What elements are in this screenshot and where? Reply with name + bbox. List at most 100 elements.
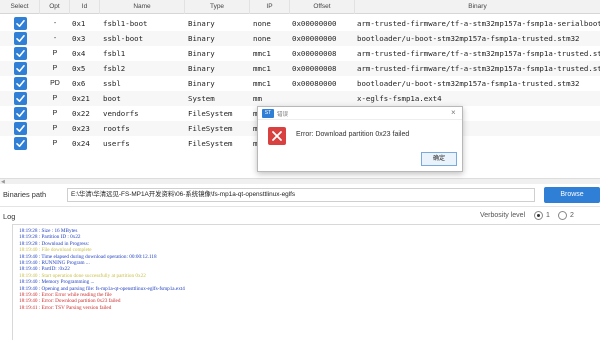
cell-ip: mmc1 — [253, 49, 271, 58]
col-opt[interactable]: Opt — [40, 0, 70, 14]
verbosity-radio-2[interactable] — [558, 211, 567, 220]
cell-offset: 0x00000000 — [292, 34, 337, 43]
dialog-message: Error: Download partition 0x23 failed — [296, 131, 410, 138]
col-id[interactable]: Id — [70, 0, 100, 14]
select-checkbox[interactable] — [14, 122, 27, 135]
binaries-path-input[interactable]: E:\华清\华清远见-FS-MP1A开发资料\06-系统镜像\fs-mp1a-q… — [67, 188, 535, 202]
cell-ip: mmc1 — [253, 64, 271, 73]
cell-id: 0x21 — [72, 94, 90, 103]
cell-name: vendorfs — [103, 109, 139, 118]
table-row[interactable]: P 0x4 fsbl1 Binary mmc1 0x00000008 arm-trusted… — [0, 46, 600, 61]
verbosity-label: Verbosity level — [480, 212, 526, 219]
dialog-titlebar: ST 错误 × — [258, 107, 462, 120]
cell-name: fsbl1 — [103, 49, 126, 58]
cell-name: rootfs — [103, 124, 130, 133]
cell-opt: P — [52, 110, 58, 117]
cell-name: ssbl-boot — [103, 34, 144, 43]
cell-offset: 0x00000008 — [292, 49, 337, 58]
cell-type: Binary — [188, 19, 215, 28]
cell-id: 0x5 — [72, 64, 86, 73]
cell-opt: PD — [50, 80, 60, 87]
cell-opt: - — [53, 35, 57, 42]
table-row[interactable]: P 0x21 boot System mm x-eglfs-fsmp1a.ext4 — [0, 91, 600, 106]
cell-type: Binary — [188, 34, 215, 43]
cell-type: FileSystem — [188, 109, 233, 118]
table-row[interactable]: - 0x1 fsbl1-boot Binary none 0x00000000 arm-tr… — [0, 16, 600, 31]
col-name[interactable]: Name — [100, 0, 185, 14]
select-checkbox[interactable] — [14, 47, 27, 60]
cell-opt: P — [52, 50, 58, 57]
cell-id: 0x22 — [72, 109, 90, 118]
cell-name: ssbl — [103, 79, 121, 88]
select-checkbox[interactable] — [14, 92, 27, 105]
cell-opt: P — [52, 125, 58, 132]
cell-opt: - — [53, 20, 57, 27]
binaries-path-row: Binaries path E:\华清\华清远见-FS-MP1A开发资料\06-… — [0, 186, 600, 204]
col-ip[interactable]: IP — [250, 0, 290, 14]
cell-id: 0x3 — [72, 34, 86, 43]
select-checkbox[interactable] — [14, 107, 27, 120]
log-line: 18:19:41 : Error: TSV Parsing version fa… — [19, 304, 112, 311]
cell-ip: mmc1 — [253, 79, 271, 88]
scroll-left-icon[interactable]: ◀ — [1, 179, 5, 185]
verbosity-radio-1-label: 1 — [546, 212, 550, 219]
browse-button[interactable]: Browse — [544, 187, 600, 203]
select-checkbox[interactable] — [14, 17, 27, 30]
cell-offset — [292, 91, 355, 106]
error-icon — [268, 127, 286, 145]
col-binary[interactable]: Binary — [355, 0, 600, 14]
col-select[interactable]: Select — [0, 0, 40, 14]
cell-offset: 0x00000000 — [292, 19, 337, 28]
cell-type: System — [188, 94, 215, 103]
cell-binary: x-eglfs-fsmp1a.ext4 — [357, 94, 442, 103]
ok-button[interactable]: 确定 — [421, 152, 457, 166]
col-type[interactable]: Type — [185, 0, 250, 14]
cell-opt: P — [52, 140, 58, 147]
cell-ip: none — [253, 19, 271, 28]
cell-type: FileSystem — [188, 124, 233, 133]
cell-name: fsbl1-boot — [103, 19, 148, 28]
cell-name: fsbl2 — [103, 64, 126, 73]
cell-name: boot — [103, 94, 121, 103]
cell-id: 0x24 — [72, 139, 90, 148]
cell-type: Binary — [188, 79, 215, 88]
table-row[interactable]: - 0x3 ssbl-boot Binary none 0x00000000 bootloa… — [0, 31, 600, 46]
table-row[interactable]: P 0x5 fsbl2 Binary mmc1 0x00000008 arm-trusted… — [0, 61, 600, 76]
log-output[interactable]: 18:19:28 : Size : 16 MBytes 18:19:28 : Pa… — [12, 224, 600, 340]
dialog-title: 错误 — [277, 112, 289, 118]
select-checkbox[interactable] — [14, 137, 27, 150]
cell-opt: P — [52, 95, 58, 102]
table-row[interactable]: PD 0x6 ssbl Binary mmc1 0x00080000 bootloader/… — [0, 76, 600, 91]
cell-type: Binary — [188, 49, 215, 58]
horizontal-scrollbar[interactable]: ◀ — [0, 178, 600, 185]
app-logo-icon: ST — [262, 109, 274, 118]
binaries-path-label: Binaries path — [3, 190, 47, 199]
table-header: Select Opt Id Name Type IP Offset Binary — [0, 0, 600, 14]
cell-type: FileSystem — [188, 139, 233, 148]
col-offset[interactable]: Offset — [290, 0, 355, 14]
cell-type: Binary — [188, 64, 215, 73]
cell-id: 0x6 — [72, 79, 86, 88]
select-checkbox[interactable] — [14, 77, 27, 90]
select-checkbox[interactable] — [14, 62, 27, 75]
log-title: Log — [3, 212, 16, 221]
cell-binary: arm-trusted-firmware/tf-a-stm32mp157a-fs… — [357, 49, 600, 58]
verbosity-radio-1[interactable] — [534, 211, 543, 220]
cell-binary: arm-trusted-firmware/tf-a-stm32mp157a-fs… — [357, 19, 600, 28]
cell-binary: bootloader/u-boot-stm32mp157a-fsmp1a-tru… — [357, 79, 580, 88]
cell-name: userfs — [103, 139, 130, 148]
cell-opt: P — [52, 65, 58, 72]
close-icon[interactable]: × — [451, 108, 456, 118]
select-checkbox[interactable] — [14, 32, 27, 45]
cell-ip: mm — [253, 94, 262, 103]
cell-binary: arm-trusted-firmware/tf-a-stm32mp157a-fs… — [357, 64, 600, 73]
error-dialog: ST 错误 × Error: Download partition 0x23 f… — [257, 106, 463, 172]
cell-binary: bootloader/u-boot-stm32mp157a-fsmp1a-tru… — [357, 34, 580, 43]
cell-ip: none — [253, 34, 271, 43]
verbosity-radio-2-label: 2 — [570, 212, 574, 219]
cell-id: 0x4 — [72, 49, 86, 58]
cell-offset: 0x00000008 — [292, 64, 337, 73]
log-header: Log Verbosity level 1 2 — [0, 206, 600, 223]
cell-offset: 0x00080000 — [292, 79, 337, 88]
cell-id: 0x1 — [72, 19, 86, 28]
